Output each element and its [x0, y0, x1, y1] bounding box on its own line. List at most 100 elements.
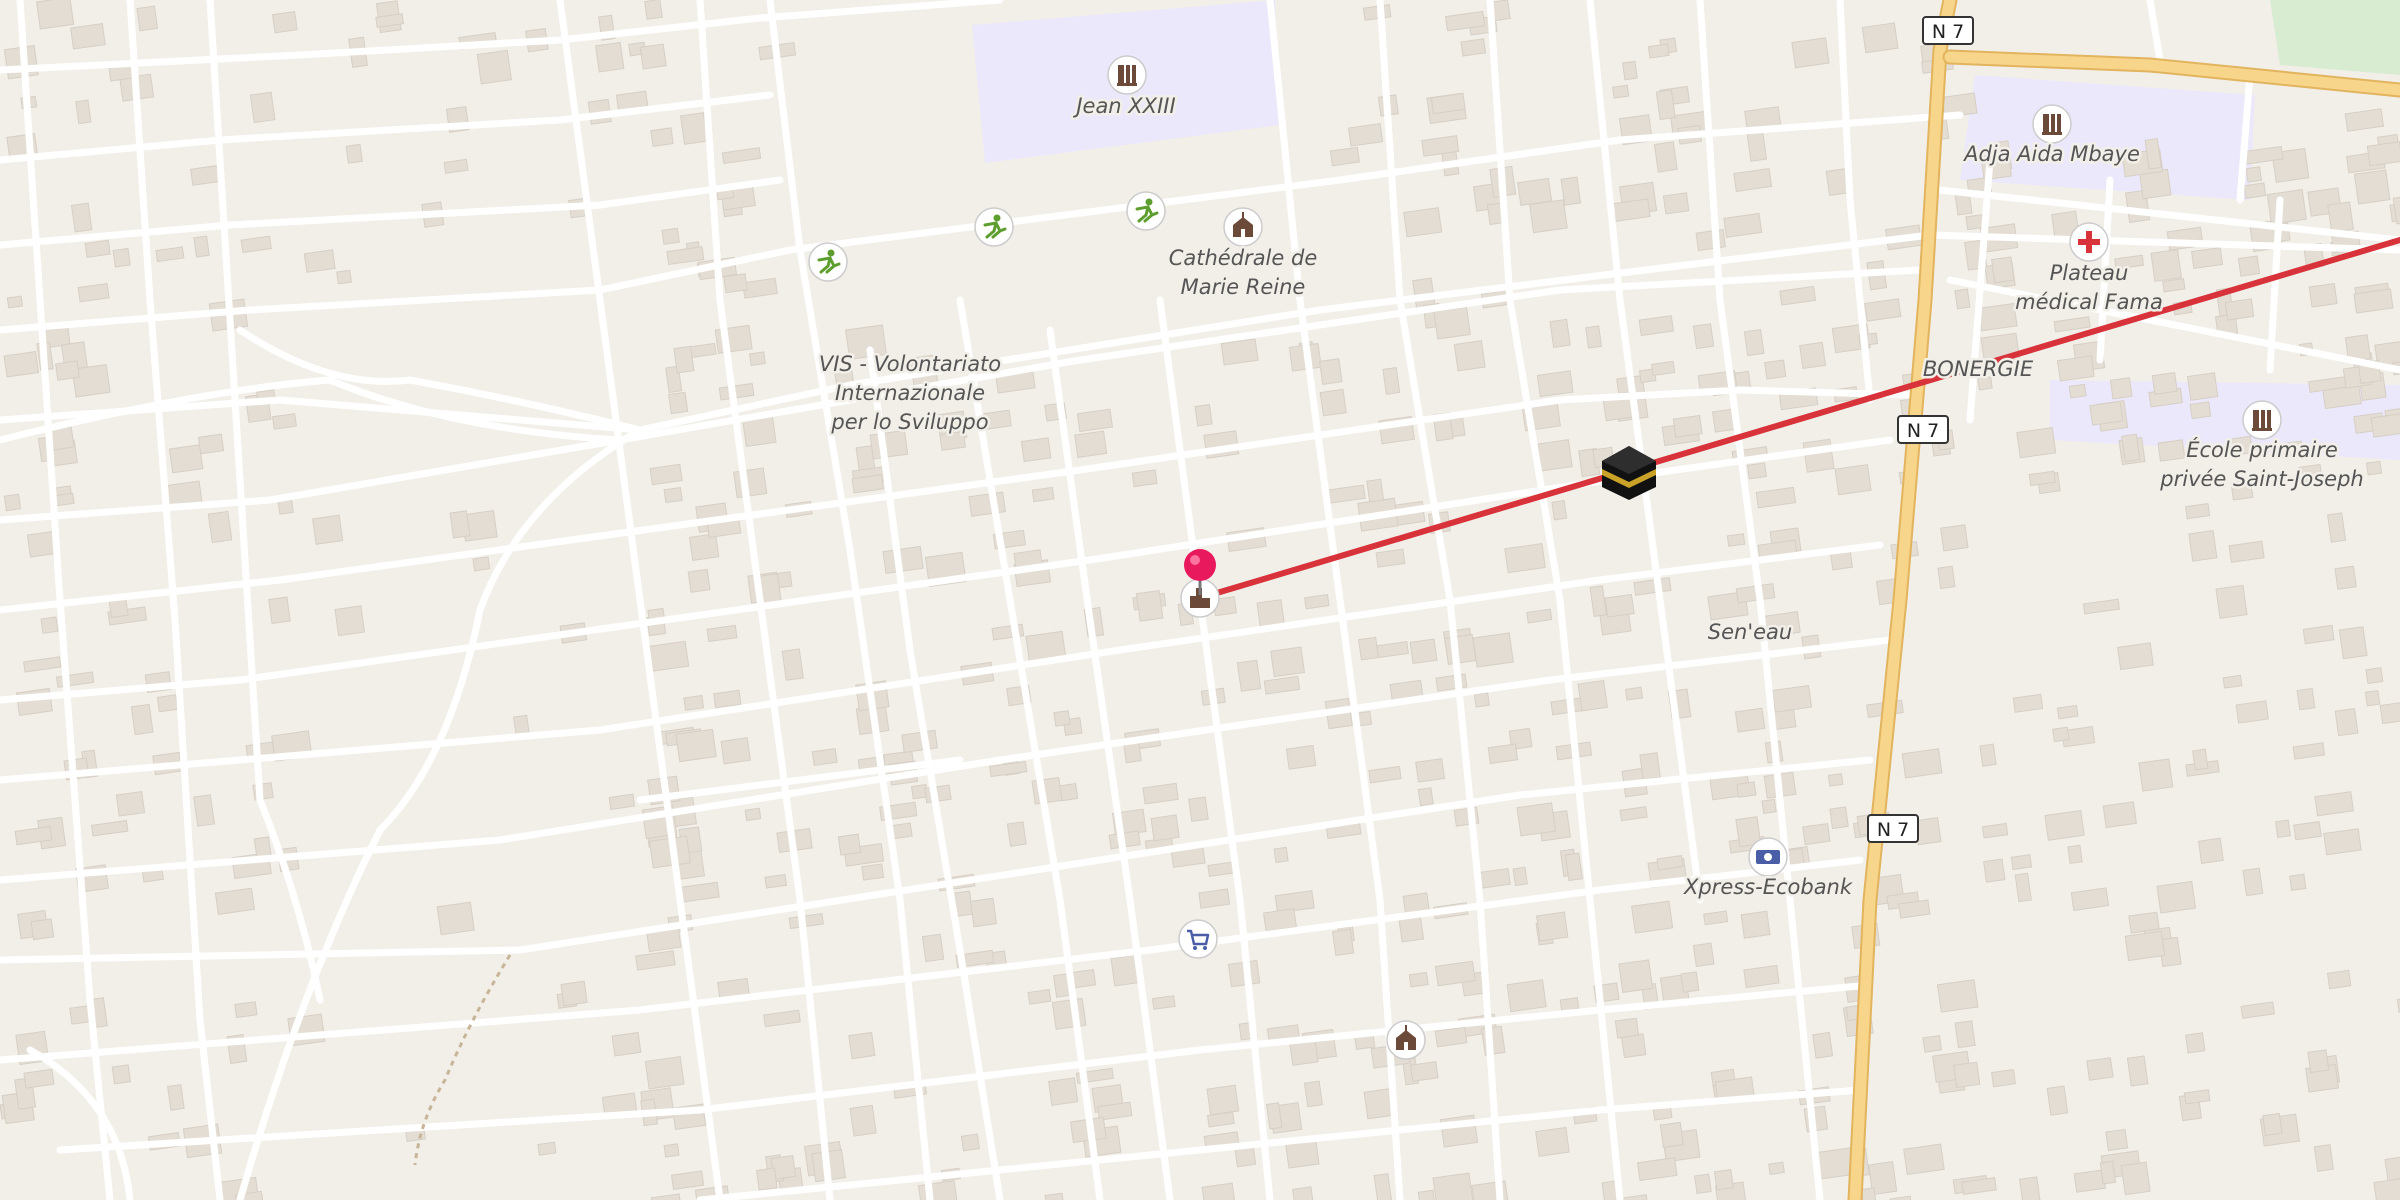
park-area	[2270, 0, 2400, 75]
building	[1624, 686, 1644, 701]
building	[1375, 548, 1406, 568]
building	[2327, 201, 2355, 233]
building	[472, 556, 491, 572]
building	[781, 648, 804, 681]
building	[1303, 1080, 1324, 1108]
road-shield-n7-bottom: N 7	[1867, 814, 1919, 843]
building	[1409, 1061, 1439, 1082]
building	[1403, 207, 1443, 238]
building	[1131, 469, 1158, 488]
sports-icon[interactable]	[1126, 191, 1166, 231]
building	[1433, 306, 1471, 340]
building	[2044, 809, 2085, 841]
building	[2293, 821, 2322, 841]
building	[661, 227, 680, 245]
building	[1812, 1031, 1834, 1059]
building	[84, 239, 111, 258]
building	[1408, 971, 1429, 988]
building	[1506, 979, 1547, 1013]
church-icon[interactable]	[1386, 1020, 1426, 1060]
building	[1453, 340, 1486, 372]
building	[2326, 969, 2352, 990]
building	[882, 545, 924, 574]
building	[2120, 1161, 2151, 1196]
building	[1198, 888, 1231, 909]
building	[75, 99, 92, 125]
building	[2162, 278, 2186, 293]
church-icon[interactable]	[1223, 207, 1263, 247]
sports-icon[interactable]	[974, 207, 1014, 247]
building	[2109, 377, 2133, 400]
school-icon[interactable]	[2242, 400, 2282, 440]
building	[1940, 524, 1969, 552]
building	[1504, 543, 1546, 574]
map-canvas[interactable]: N 7 N 7 N 7 Jean XXIII Cathédrale de Mar…	[0, 0, 2400, 1200]
building	[111, 1064, 132, 1085]
building	[673, 345, 695, 374]
building	[733, 467, 768, 499]
building	[2289, 873, 2307, 892]
sports-icon[interactable]	[808, 242, 848, 282]
building	[2102, 801, 2137, 829]
school-icon[interactable]	[1107, 55, 1147, 95]
building	[668, 391, 689, 415]
building	[644, 1056, 685, 1090]
building	[2379, 701, 2400, 725]
building	[2099, 1160, 2117, 1185]
building	[1743, 329, 1765, 357]
bank-icon[interactable]	[1748, 837, 1788, 877]
building	[2365, 667, 2384, 685]
building	[1151, 995, 1176, 1010]
building	[2185, 1032, 2206, 1054]
building	[214, 887, 255, 915]
building	[136, 5, 159, 32]
building	[1991, 256, 2015, 284]
building	[268, 596, 291, 625]
building	[2073, 1169, 2106, 1193]
building	[476, 49, 512, 85]
building	[939, 431, 967, 451]
building	[271, 11, 298, 34]
building	[687, 568, 711, 593]
building	[2338, 626, 2368, 660]
building	[1537, 439, 1573, 472]
building	[2242, 867, 2264, 897]
poi-label-xpress-ecobank: Xpress-Ecobank	[1683, 875, 1853, 899]
building	[1692, 323, 1715, 350]
building	[2190, 246, 2224, 269]
building	[744, 807, 762, 822]
building	[23, 1068, 55, 1089]
building	[2105, 1128, 2129, 1152]
building	[2313, 1144, 2334, 1172]
building	[2215, 584, 2248, 619]
building	[921, 933, 945, 963]
building	[2323, 828, 2362, 856]
hospital-icon[interactable]	[2069, 222, 2109, 262]
building	[2197, 837, 2224, 864]
poi-label-adja-aida-mbaye: Adja Aida Mbaye	[1962, 142, 2140, 166]
building	[70, 202, 93, 233]
school-icon[interactable]	[2032, 104, 2072, 144]
building	[2121, 433, 2141, 463]
building	[449, 510, 471, 539]
building	[2189, 401, 2212, 420]
supermarket-icon[interactable]	[1178, 919, 1218, 959]
building	[595, 41, 625, 73]
building	[2366, 141, 2400, 167]
building	[1680, 971, 1700, 993]
poi-label-vis-line1: VIS - Volontariato	[819, 352, 1001, 376]
building	[1768, 1161, 1785, 1176]
building	[1650, 360, 1676, 377]
building	[1802, 822, 1831, 846]
building	[1694, 1173, 1712, 1194]
building	[1618, 959, 1654, 993]
building	[2334, 708, 2359, 737]
building	[1726, 533, 1746, 547]
poi-label-vis-line3: per lo Sviluppo	[830, 410, 988, 434]
building	[2156, 880, 2197, 914]
building	[1460, 38, 1487, 57]
building	[1799, 341, 1827, 370]
building	[649, 463, 683, 486]
building	[2124, 930, 2166, 962]
building	[749, 351, 766, 367]
